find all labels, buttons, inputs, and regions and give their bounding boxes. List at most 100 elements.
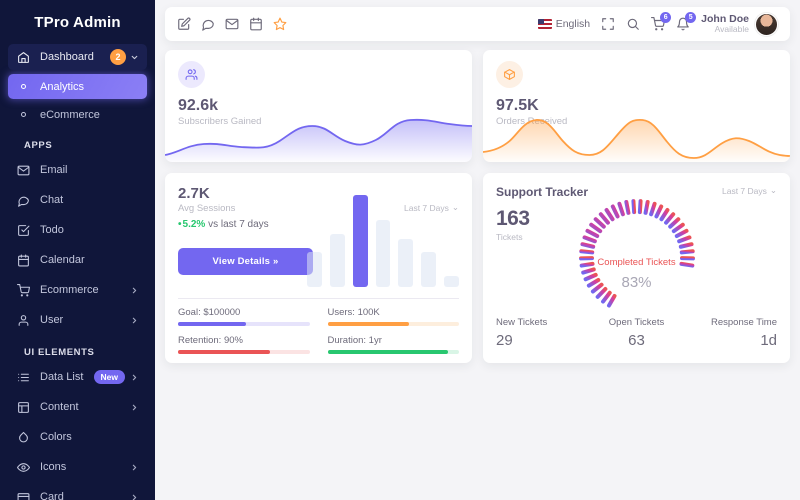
sidebar-item-label: User: [40, 314, 130, 326]
avatar: [755, 13, 778, 36]
sidebar-item-label: Calendar: [40, 254, 139, 266]
topbar-right: English 6 5 John D: [538, 13, 778, 36]
progress-retention: Retention: 90%: [178, 335, 310, 354]
user-menu[interactable]: John Doe Available: [701, 13, 778, 36]
sidebar-item-chat[interactable]: Chat: [8, 187, 147, 213]
sidebar-item-content[interactable]: Content: [8, 394, 147, 420]
home-icon: [16, 50, 31, 65]
sidebar-item-colors[interactable]: Colors: [8, 424, 147, 450]
sidebar-item-calendar[interactable]: Calendar: [8, 247, 147, 273]
sessions-bar-chart: [307, 195, 459, 287]
sidebar-item-label: Content: [40, 401, 130, 413]
sidebar-item-label: Chat: [40, 194, 139, 206]
analytics-row: 2.7K Avg Sessions 5.2% vs last 7 days La…: [165, 173, 790, 363]
notifications-button[interactable]: 5: [676, 17, 690, 31]
sidebar-item-label: Colors: [40, 431, 139, 443]
chevron-right-icon: [130, 316, 139, 325]
view-details-button[interactable]: View Details »: [178, 248, 313, 275]
card-icon: [16, 490, 31, 500]
sidebar-item-data-list[interactable]: Data List New: [8, 364, 147, 390]
dashboard-badge: 2: [110, 49, 126, 65]
calendar-icon[interactable]: [249, 17, 263, 31]
sidebar-item-analytics[interactable]: Analytics: [8, 74, 147, 99]
progress-column-right: Users: 100K Duration: 1yr: [328, 307, 460, 363]
sidebar-item-icons[interactable]: Icons: [8, 454, 147, 480]
stat-value: 63: [590, 332, 684, 349]
progress-label: Goal: $100000: [178, 307, 310, 318]
chevron-right-icon: [130, 373, 139, 382]
subscribers-sparkline: [165, 108, 472, 162]
language-selector[interactable]: English: [538, 18, 590, 30]
eye-icon: [16, 460, 31, 475]
chat-icon: [16, 193, 31, 208]
sidebar-item-label: Data List: [40, 371, 94, 383]
stat-value: 29: [496, 332, 590, 349]
sidebar-item-label: Analytics: [40, 81, 84, 93]
bar: [330, 234, 345, 287]
user-status: Available: [701, 25, 749, 35]
progress-goal: Goal: $100000: [178, 307, 310, 326]
sidebar-item-ecommerce-sub[interactable]: eCommerce: [8, 102, 147, 127]
progress-column-left: Goal: $100000 Retention: 90%: [178, 307, 310, 363]
gauge-label: Completed Tickets: [569, 257, 704, 268]
dashboard-app: TPro Admin Dashboard 2 Analytics eCommer…: [0, 0, 800, 500]
sidebar-item-email[interactable]: Email: [8, 157, 147, 183]
sidebar-item-label: Card: [40, 491, 130, 500]
users-icon: [178, 61, 205, 88]
progress-duration: Duration: 1yr: [328, 335, 460, 354]
sidebar-item-ecommerce[interactable]: Ecommerce: [8, 277, 147, 303]
divider: [178, 298, 459, 299]
chevron-right-icon: [130, 286, 139, 295]
stat-value: 1d: [683, 332, 777, 349]
chevron-down-icon: [130, 53, 139, 62]
stat-response-time: Response Time 1d: [683, 317, 777, 349]
sidebar-section-ui-elements: UI ELEMENTS: [8, 337, 147, 364]
delta-value: 5.2%: [178, 219, 205, 230]
avg-sessions-label: Avg Sessions: [178, 203, 269, 214]
avg-sessions-value: 2.7K: [178, 185, 269, 202]
progress-label: Retention: 90%: [178, 335, 310, 346]
user-info: John Doe Available: [701, 13, 749, 35]
sidebar-item-user[interactable]: User: [8, 307, 147, 333]
mail-icon: [16, 163, 31, 178]
star-icon[interactable]: [273, 17, 287, 31]
chevron-right-icon: [130, 463, 139, 472]
stat-open-tickets: Open Tickets 63: [590, 317, 684, 349]
progress-track: [178, 322, 310, 326]
sidebar-item-label: Email: [40, 164, 139, 176]
language-label: English: [556, 18, 590, 30]
avg-sessions-heading: 2.7K Avg Sessions 5.2% vs last 7 days: [178, 185, 269, 230]
subscribers-card: 92.6k Subscribers Gained: [165, 50, 472, 162]
search-icon[interactable]: [626, 17, 640, 31]
edit-icon[interactable]: [177, 17, 191, 31]
new-badge: New: [94, 370, 125, 384]
delta-text: vs last 7 days: [208, 219, 269, 230]
sidebar-item-card[interactable]: Card: [8, 484, 147, 500]
sidebar-item-label: eCommerce: [40, 109, 100, 121]
avg-sessions-delta: 5.2% vs last 7 days: [178, 219, 269, 230]
chat-icon[interactable]: [201, 17, 215, 31]
bullet-icon: [16, 112, 31, 117]
sidebar-item-dashboard[interactable]: Dashboard 2: [8, 44, 147, 70]
mail-icon[interactable]: [225, 17, 239, 31]
calendar-icon: [16, 253, 31, 268]
progress-fill: [328, 350, 449, 354]
orders-sparkline: [483, 108, 790, 162]
bar: [376, 220, 391, 287]
progress-fill: [178, 322, 246, 326]
topbar-quick-actions: [177, 17, 287, 31]
support-range-dropdown[interactable]: Last 7 Days ⌄: [722, 185, 777, 196]
progress-track: [178, 350, 310, 354]
stat-new-tickets: New Tickets 29: [496, 317, 590, 349]
sidebar-item-todo[interactable]: Todo: [8, 217, 147, 243]
user-icon: [16, 313, 31, 328]
sessions-progress: Goal: $100000 Retention: 90%: [178, 307, 459, 363]
cart-icon: [16, 283, 31, 298]
bar: [444, 276, 459, 287]
cart-button[interactable]: 6: [651, 17, 665, 31]
fullscreen-icon[interactable]: [601, 17, 615, 31]
progress-label: Duration: 1yr: [328, 335, 460, 346]
chevron-down-icon: ⌄: [770, 185, 777, 196]
bullet-icon: [16, 84, 31, 89]
notification-badge: 5: [685, 12, 696, 23]
